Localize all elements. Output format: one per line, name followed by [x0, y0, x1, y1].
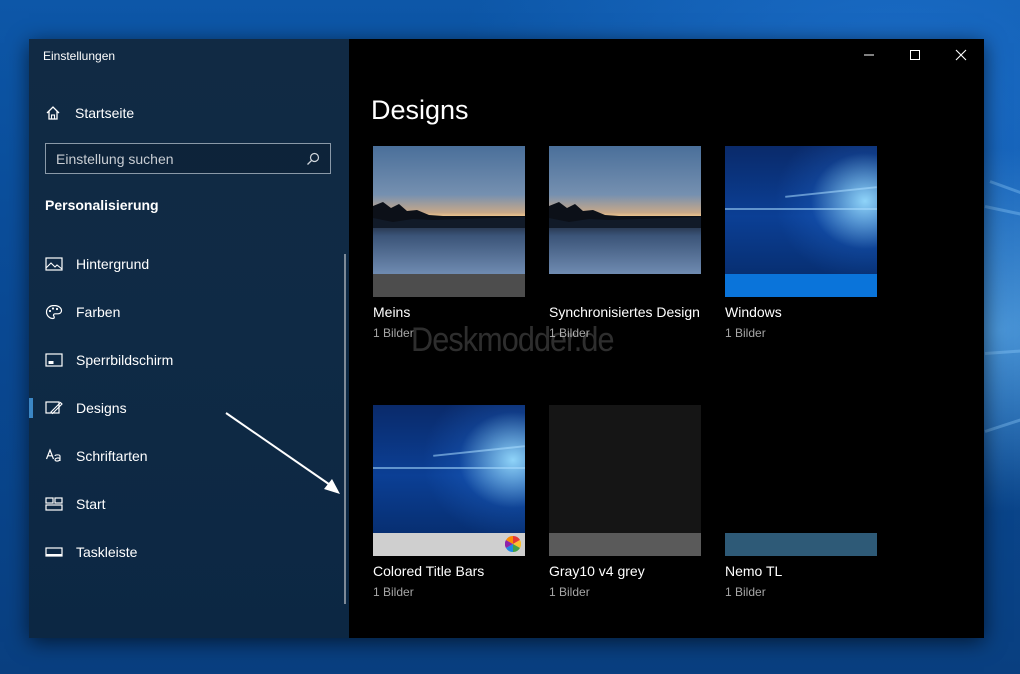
wallpaper-beam	[984, 392, 1020, 433]
theme-image-count: 1 Bilder	[373, 585, 414, 599]
wallpaper-beam	[984, 205, 1020, 233]
theme-name: Windows	[725, 304, 782, 320]
theme-thumbnail	[549, 405, 701, 533]
color-wheel-icon	[505, 536, 521, 552]
tree-silhouette	[373, 202, 525, 228]
home-link[interactable]: Startseite	[45, 103, 134, 123]
sidebar-item-label: Sperrbildschirm	[76, 352, 174, 368]
theme-thumbnail	[549, 146, 701, 274]
theme-name: Gray10 v4 grey	[549, 563, 645, 579]
maximize-button[interactable]	[892, 39, 938, 71]
theme-image-count: 1 Bilder	[725, 585, 766, 599]
home-icon	[46, 106, 60, 120]
wallpaper-beam	[989, 180, 1020, 224]
search-input[interactable]	[46, 149, 302, 168]
palette-icon	[45, 304, 63, 320]
home-label: Startseite	[75, 105, 135, 121]
theme-tile-meins[interactable]: Meins 1 Bilder	[373, 146, 525, 340]
theme-tile-colored-title-bars[interactable]: Colored Title Bars 1 Bilder	[373, 405, 525, 599]
themes-icon	[45, 401, 63, 415]
sidebar: Einstellungen Startseite Personalisierun…	[29, 39, 349, 638]
theme-image-count: 1 Bilder	[549, 585, 590, 599]
light-beam	[725, 208, 877, 210]
sidebar-item-farben[interactable]: Farben	[29, 294, 349, 330]
theme-tile-nemo-tl[interactable]: Nemo TL 1 Bilder	[725, 405, 877, 599]
accent-color-bar	[373, 274, 525, 297]
selection-indicator	[29, 398, 33, 418]
search-icon[interactable]	[302, 148, 324, 170]
tree-silhouette	[549, 202, 701, 228]
watermark: Deskmodder.de	[411, 321, 615, 359]
section-title: Personalisierung	[45, 197, 159, 213]
light-beam	[785, 186, 877, 198]
sidebar-item-hintergrund[interactable]: Hintergrund	[29, 246, 349, 282]
content-pane: Designs Meins 1 Bilder Synchronisiertes	[349, 39, 984, 638]
close-button[interactable]	[938, 39, 984, 71]
light-beam	[433, 445, 525, 457]
start-icon	[45, 497, 63, 511]
maximize-icon	[910, 50, 920, 60]
sidebar-item-label: Schriftarten	[76, 448, 148, 464]
theme-tile-gray10-v4-grey[interactable]: Gray10 v4 grey 1 Bilder	[549, 405, 701, 599]
theme-thumbnail	[725, 405, 877, 533]
app-title: Einstellungen	[43, 49, 116, 63]
lock-screen-icon	[45, 353, 63, 367]
settings-window: Einstellungen Startseite Personalisierun…	[29, 39, 984, 638]
theme-name: Colored Title Bars	[373, 563, 485, 579]
theme-name: Nemo TL	[725, 563, 783, 579]
taskbar-icon	[45, 547, 63, 557]
wallpaper-beam	[984, 343, 1020, 355]
page-title: Designs	[371, 95, 469, 125]
theme-tile-synchronisiertes-design[interactable]: Synchronisiertes Design 1 Bilder	[549, 146, 701, 340]
close-icon	[955, 49, 967, 61]
sidebar-item-label: Taskleiste	[76, 544, 138, 560]
theme-thumbnail	[725, 146, 877, 274]
theme-tile-windows[interactable]: Windows 1 Bilder	[725, 146, 877, 340]
theme-thumbnail	[373, 405, 525, 533]
annotation-arrow	[225, 412, 340, 494]
minimize-button[interactable]	[846, 39, 892, 71]
theme-image-count: 1 Bilder	[725, 326, 766, 340]
theme-name: Synchronisiertes Design	[549, 304, 700, 320]
search-box[interactable]	[45, 143, 331, 174]
sidebar-item-taskleiste[interactable]: Taskleiste	[29, 534, 349, 570]
light-beam	[373, 467, 525, 469]
sidebar-item-label: Designs	[76, 400, 127, 416]
minimize-icon	[864, 54, 874, 56]
theme-name: Meins	[373, 304, 411, 320]
sidebar-item-label: Hintergrund	[76, 256, 150, 272]
fonts-icon	[45, 448, 61, 462]
image-icon	[45, 257, 63, 271]
sidebar-item-sperrbildschirm[interactable]: Sperrbildschirm	[29, 342, 349, 378]
sidebar-item-label: Farben	[76, 304, 121, 320]
sidebar-item-label: Start	[76, 496, 106, 512]
accent-color-bar	[725, 533, 877, 556]
accent-color-bar	[373, 533, 525, 556]
accent-color-bar	[725, 274, 877, 297]
accent-color-bar	[549, 533, 701, 556]
theme-thumbnail	[373, 146, 525, 274]
